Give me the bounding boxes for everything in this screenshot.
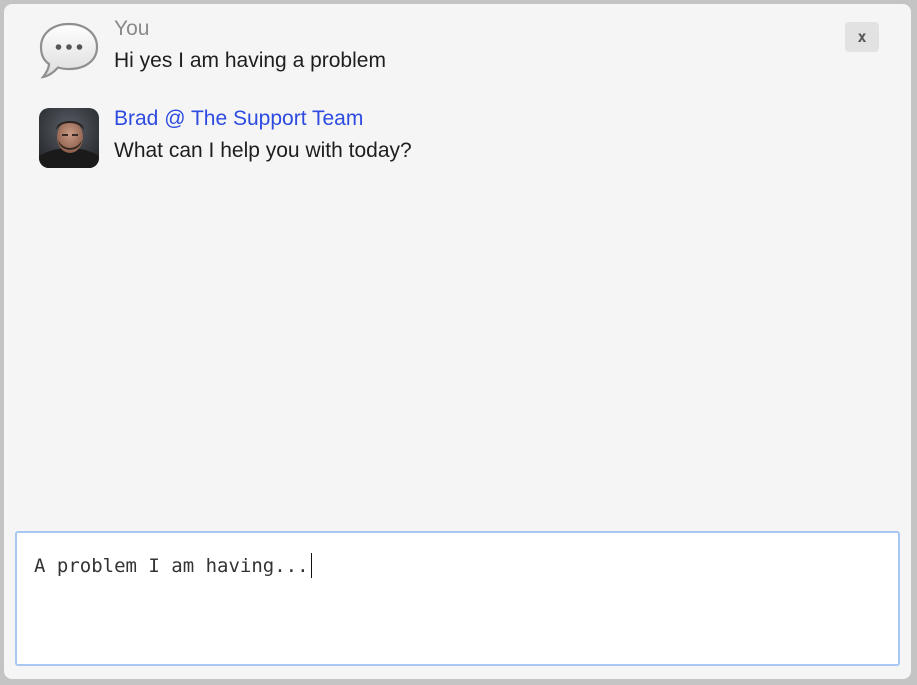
sender-name: You xyxy=(114,17,150,40)
message-input[interactable]: A problem I am having... xyxy=(15,531,900,666)
message-text: Hi yes I am having a problem xyxy=(114,49,386,72)
message-text: What can I help you with today? xyxy=(114,139,412,162)
message-input-value: A problem I am having... xyxy=(34,553,313,579)
speech-bubble-icon xyxy=(38,20,100,82)
avatar xyxy=(39,108,99,168)
chat-window: x You Hi yes I am having a problem Brad … xyxy=(4,4,911,679)
message-item: Brad @ The Support Team What can I help … xyxy=(4,104,824,168)
message-item: You Hi yes I am having a problem xyxy=(4,14,824,79)
text-caret xyxy=(310,553,313,578)
sender-name[interactable]: Brad @ The Support Team xyxy=(114,106,363,132)
close-button[interactable]: x xyxy=(845,22,879,52)
